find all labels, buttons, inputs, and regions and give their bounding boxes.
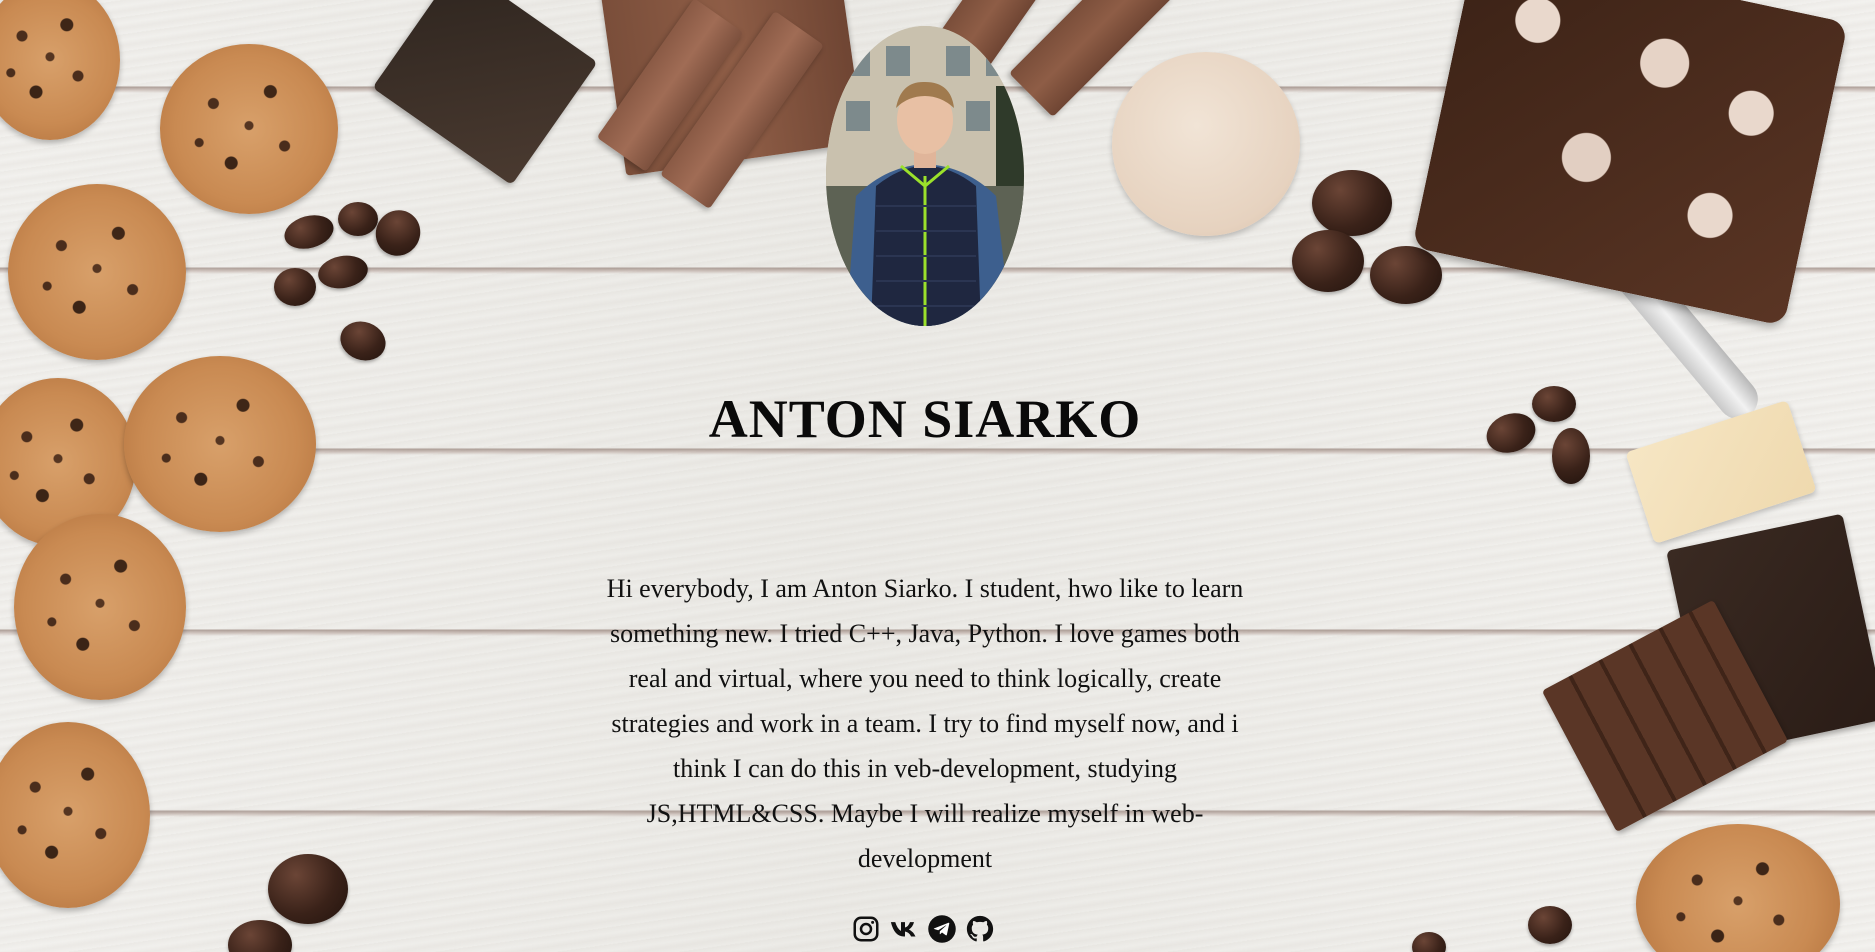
chocolate-bean-image [280, 210, 338, 254]
cookie-image [0, 722, 150, 908]
bio-text: Hi everybody, I am Anton Siarko. I stude… [606, 574, 1244, 873]
chocolate-bean-image [367, 202, 429, 264]
chocolate-bean-image [338, 202, 378, 236]
cookie-image [0, 0, 120, 140]
telegram-icon [928, 915, 956, 943]
vk-link[interactable] [889, 914, 919, 944]
cookie-image [14, 514, 186, 700]
cookie-image [8, 184, 186, 360]
dark-chocolate-image [1666, 513, 1875, 757]
cake-image [1411, 0, 1849, 327]
chocolate-bean-image [274, 268, 316, 306]
vk-icon [890, 922, 916, 937]
instagram-link[interactable] [851, 914, 881, 944]
page-title: ANTON SIARKO [708, 389, 1142, 449]
chocolate-bean-image [1412, 932, 1446, 952]
chocolate-bar-image [660, 10, 824, 210]
chocolate-bar-image [1541, 599, 1789, 833]
github-icon [966, 915, 994, 942]
chocolate-bar-image [1008, 0, 1174, 118]
chocolate-bean-image [1292, 230, 1364, 292]
chocolate-bean-image [334, 315, 392, 367]
chocolate-bar-image [596, 0, 744, 172]
avatar-portrait-image [826, 26, 1024, 326]
cookie-image [160, 44, 338, 214]
chocolate-bean-image [268, 854, 348, 924]
instagram-icon [853, 916, 879, 942]
telegram-link[interactable] [927, 914, 957, 944]
chocolate-bar-image [599, 0, 865, 176]
chocolate-bean-image [1312, 170, 1392, 236]
avatar [826, 26, 1024, 326]
chocolate-bean-image [1528, 906, 1572, 944]
chocolate-bean-image [228, 920, 292, 952]
chocolate-bean-image [1370, 246, 1442, 304]
chocolate-bean-image [315, 251, 371, 293]
social-links [851, 914, 995, 944]
chocolate-piece-image [372, 0, 598, 186]
cookie-image [1636, 824, 1840, 952]
github-link[interactable] [965, 914, 995, 944]
macaron-image [1112, 52, 1300, 236]
